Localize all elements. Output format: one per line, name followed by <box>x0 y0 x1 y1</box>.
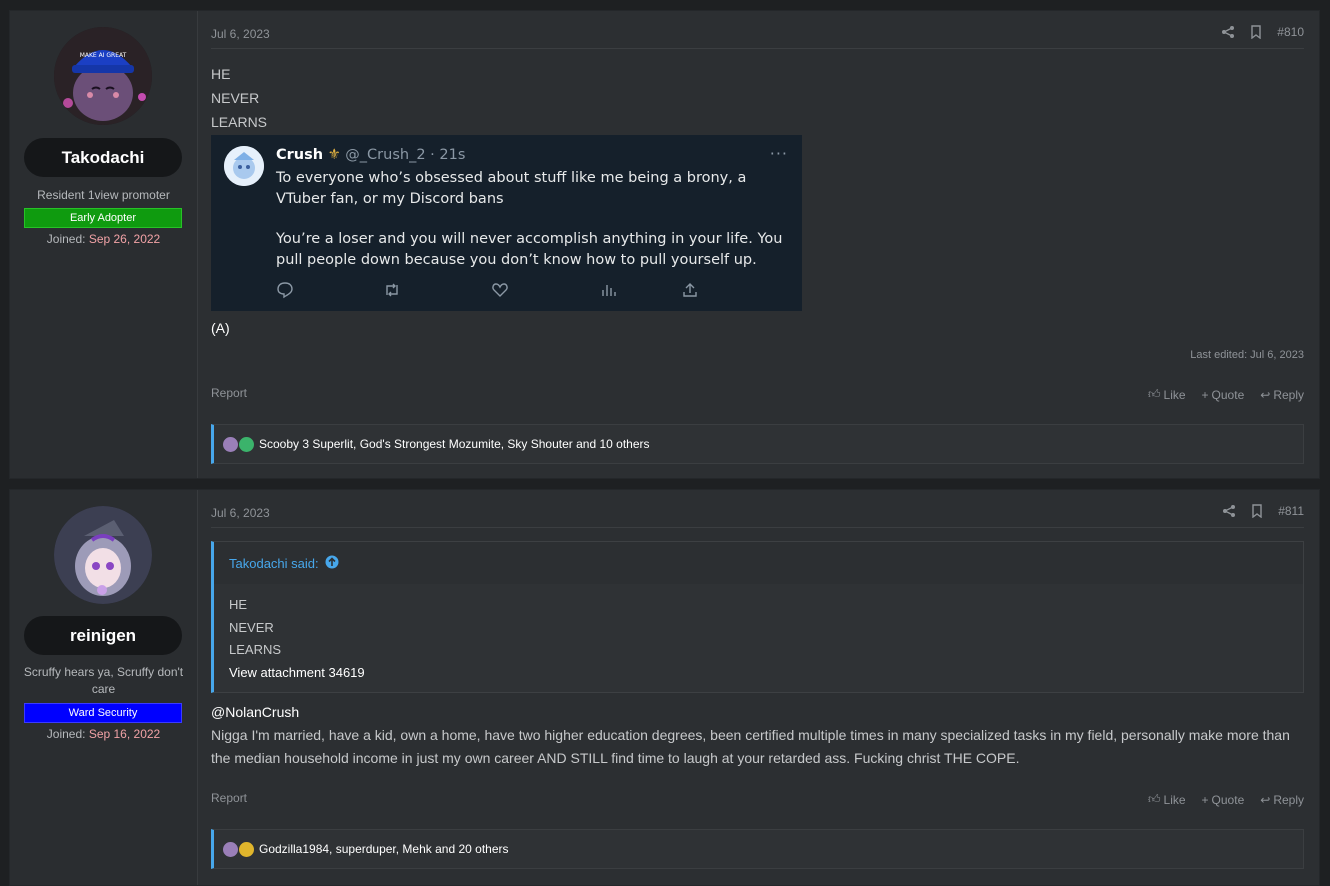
post-text: Nigga I'm married, have a kid, own a hom… <box>211 727 1290 766</box>
report-link[interactable]: Report <box>211 386 247 400</box>
user-title: Resident 1view promoter <box>37 188 170 202</box>
thumbs-up-icon: 👍︎ <box>1147 387 1161 401</box>
check-reaction-icon <box>239 436 254 452</box>
tweet-header: Crush ⚜ @_Crush_2 · 21s <box>276 147 465 163</box>
reply-arrow-icon: ↩ <box>1260 387 1271 402</box>
like-label: Like <box>1163 387 1186 402</box>
post-810: MAKE AI GREAT Takodachi Resident 1view p… <box>9 10 1320 479</box>
post-content: Jul 6, 2023 #810 HE NEVER LEARNS Crush ⚜… <box>211 11 1304 478</box>
user-banner: Ward Security <box>24 703 182 723</box>
post-actions: Report 👍︎ Like + Quote ↩ Reply <box>211 384 1304 404</box>
tweet-paragraph: To everyone who’s obsessed about stuff l… <box>276 170 747 207</box>
like-button[interactable]: 👍︎ Like <box>1148 792 1186 807</box>
reply-label: Reply <box>1273 387 1304 402</box>
quote-button[interactable]: + Quote <box>1202 792 1245 807</box>
post-number[interactable]: #811 <box>1278 504 1304 518</box>
post-meta: Jul 6, 2023 #811 <box>211 503 1304 528</box>
post-after-text: (A) <box>211 320 230 336</box>
joined-info: Joined: Sep 26, 2022 <box>10 232 197 246</box>
bar-chart-icon[interactable] <box>599 281 617 303</box>
share-icon[interactable] <box>1221 25 1235 39</box>
view-attachment-link[interactable]: View attachment 34619 <box>229 662 365 685</box>
like-button[interactable]: 👍︎ Like <box>1148 387 1186 402</box>
reactions-bar[interactable]: Scooby 3 Superlit, God's Strongest Mozum… <box>211 424 1304 464</box>
quote-line: LEARNS <box>229 642 282 657</box>
share-icon[interactable] <box>1222 504 1236 518</box>
tweet-text: To everyone who’s obsessed about stuff l… <box>276 168 786 270</box>
retweet-icon[interactable] <box>383 281 401 303</box>
post-line: LEARNS <box>211 114 268 130</box>
quote-body: HE NEVER LEARNS View attachment 34619 <box>229 594 365 684</box>
avatar[interactable]: MAKE AI GREAT <box>54 27 152 125</box>
post-tools: #811 <box>1222 504 1304 519</box>
post-body: @NolanCrush Nigga I'm married, have a ki… <box>211 701 1301 770</box>
arrow-up-circle-icon[interactable] <box>325 555 339 572</box>
quote-block: Takodachi said: HE NEVER LEARNS View att… <box>211 541 1304 693</box>
reply-label: Reply <box>1273 792 1304 807</box>
plus-icon: + <box>1201 387 1209 402</box>
tweet-paragraph: You’re a loser and you will never accomp… <box>276 231 783 268</box>
reaction-avatar-icon <box>223 436 238 452</box>
joined-info: Joined: Sep 16, 2022 <box>10 727 197 741</box>
reactions-text[interactable]: Scooby 3 Superlit, God's Strongest Mozum… <box>259 437 650 451</box>
embedded-tweet[interactable]: Crush ⚜ @_Crush_2 · 21s ··· To everyone … <box>211 135 802 311</box>
user-pane: reinigen Scruffy hears ya, Scruffy don't… <box>10 490 198 885</box>
username[interactable]: reinigen <box>24 616 182 655</box>
post-811: reinigen Scruffy hears ya, Scruffy don't… <box>9 489 1320 886</box>
avatar[interactable] <box>54 506 152 604</box>
post-body: HE NEVER LEARNS <box>211 62 267 134</box>
username[interactable]: Takodachi <box>24 138 182 177</box>
post-date[interactable]: Jul 6, 2023 <box>211 27 270 41</box>
bookmark-icon[interactable] <box>1249 25 1263 40</box>
reply-button[interactable]: ↩ Reply <box>1260 792 1304 807</box>
joined-label: Joined: <box>46 232 86 246</box>
post-line: NEVER <box>211 90 260 106</box>
user-title: Scruffy hears ya, Scruffy don't care <box>23 665 184 696</box>
plus-icon: + <box>1201 792 1209 807</box>
quote-author[interactable]: Takodachi said: <box>229 556 319 571</box>
reactions-text[interactable]: Godzilla1984, superduper, Mehk and 20 ot… <box>259 842 509 856</box>
tweet-avatar[interactable] <box>224 146 264 186</box>
quote-line: NEVER <box>229 619 274 635</box>
reaction-icons <box>223 436 255 452</box>
mention-link[interactable]: @NolanCrush <box>211 701 1301 724</box>
report-link[interactable]: Report <box>211 791 247 805</box>
post-tools: #810 <box>1221 25 1304 40</box>
reaction-avatar-icon <box>223 841 238 857</box>
post-number[interactable]: #810 <box>1277 25 1304 39</box>
joined-label: Joined: <box>46 727 86 741</box>
quote-line: HE <box>229 597 248 612</box>
post-line: HE <box>211 66 231 82</box>
more-icon[interactable]: ··· <box>770 144 788 163</box>
upload-icon[interactable] <box>681 281 699 303</box>
badge-icon: ⚜ <box>327 147 341 163</box>
quote-header[interactable]: Takodachi said: <box>214 542 1303 584</box>
quote-label: Quote <box>1211 387 1245 402</box>
svg-text:MAKE AI GREAT: MAKE AI GREAT <box>80 52 127 59</box>
quote-label: Quote <box>1211 792 1245 807</box>
post-date[interactable]: Jul 6, 2023 <box>211 506 270 520</box>
last-edited: Last edited: Jul 6, 2023 <box>1190 349 1304 361</box>
reactions-bar[interactable]: Godzilla1984, superduper, Mehk and 20 ot… <box>211 829 1304 869</box>
tweet-actions <box>276 281 706 301</box>
post-content: Jul 6, 2023 #811 Takodachi said: HE NEVE… <box>211 490 1304 885</box>
joined-date: Sep 16, 2022 <box>88 727 161 741</box>
post-meta: Jul 6, 2023 #810 <box>211 24 1304 49</box>
tweet-author-name[interactable]: Crush <box>276 147 323 163</box>
like-label: Like <box>1163 792 1186 807</box>
post-actions: Report 👍︎ Like + Quote ↩ Reply <box>211 789 1304 809</box>
reaction-icons <box>223 841 255 857</box>
joined-date: Sep 26, 2022 <box>88 232 161 246</box>
reply-button[interactable]: ↩ Reply <box>1260 387 1304 402</box>
user-pane: MAKE AI GREAT Takodachi Resident 1view p… <box>10 11 198 478</box>
medal-reaction-icon <box>239 841 254 857</box>
heart-icon[interactable] <box>491 281 509 303</box>
thumbs-up-icon: 👍︎ <box>1147 792 1161 806</box>
tweet-handle[interactable]: @_Crush_2 · 21s <box>345 147 465 163</box>
comment-icon[interactable] <box>276 281 294 303</box>
quote-button[interactable]: + Quote <box>1202 387 1245 402</box>
reply-arrow-icon: ↩ <box>1260 792 1271 807</box>
bookmark-icon[interactable] <box>1250 504 1264 519</box>
user-banner: Early Adopter <box>24 208 182 228</box>
